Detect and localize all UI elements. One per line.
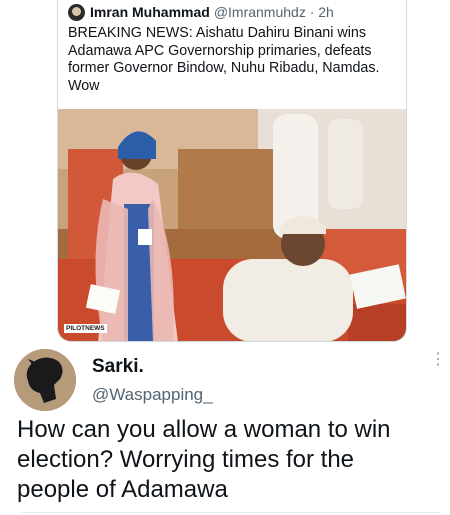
quoted-author-avatar[interactable] <box>68 3 85 21</box>
quoted-tweet-header: Imran Muhammad @Imranmuhdz · 2h <box>68 3 334 21</box>
reply-tweet-text: How can you allow a woman to win electio… <box>17 416 391 503</box>
senate-photo-illustration <box>58 109 406 341</box>
quoted-tweet-photo[interactable]: PILOTNEWS <box>58 109 406 341</box>
quoted-tweet-text: BREAKING NEWS: Aishatu Dahiru Binani win… <box>68 25 380 94</box>
divider <box>22 512 440 513</box>
quoted-tweet[interactable]: Imran Muhammad @Imranmuhdz · 2h BREAKING… <box>57 0 407 342</box>
pilot-news-watermark: PILOTNEWS <box>64 324 107 333</box>
quoted-author-name[interactable]: Imran Muhammad <box>90 4 210 20</box>
more-options-icon[interactable]: ⋮ <box>430 352 446 378</box>
silhouette-portrait-icon <box>14 349 76 411</box>
reply-author-name[interactable]: Sarki. <box>92 356 144 378</box>
reply-tweet[interactable]: Sarki. @Waspapping_ ⋮ How can you allow … <box>0 342 450 515</box>
reply-author-handle[interactable]: @Waspapping_ <box>92 385 213 405</box>
quoted-author-handle-time[interactable]: @Imranmuhdz · 2h <box>214 4 334 20</box>
reply-author-avatar[interactable] <box>14 349 76 411</box>
